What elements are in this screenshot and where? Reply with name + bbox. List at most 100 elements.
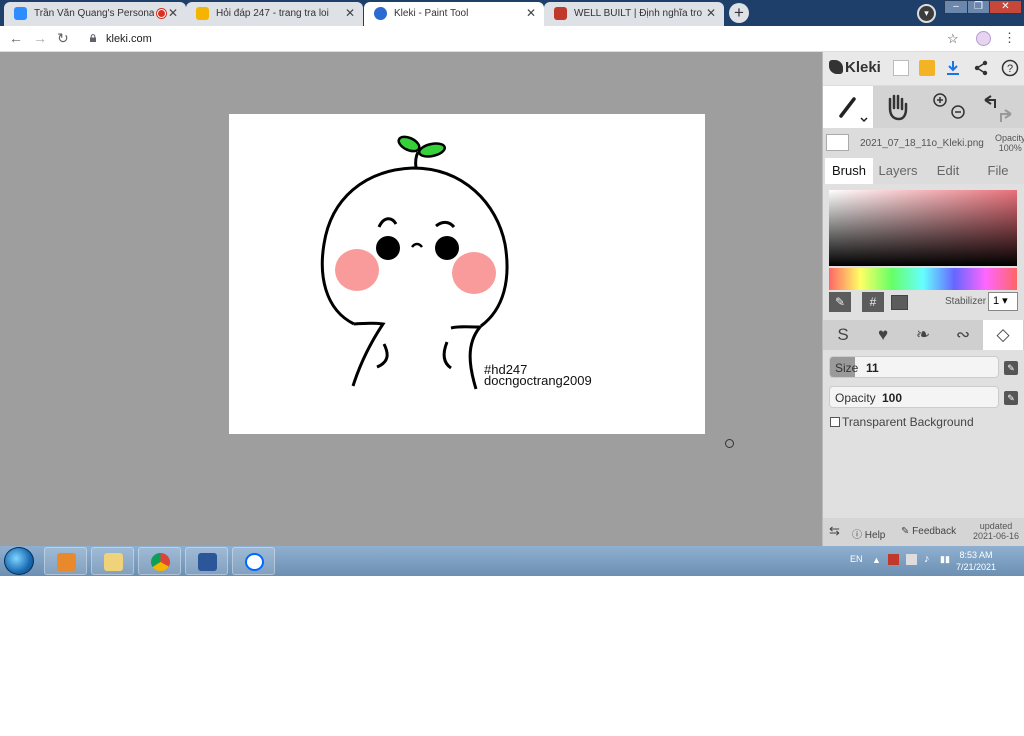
head-outline: [320, 166, 509, 328]
sprout-leaf-left: [397, 135, 421, 153]
taskbar-file-explorer[interactable]: [91, 547, 134, 575]
feedback-link[interactable]: ✎ Feedback: [901, 526, 956, 537]
tab-kleki[interactable]: Kleki - Paint Tool ✕: [364, 2, 544, 26]
color-saturation-picker[interactable]: [829, 190, 1017, 266]
help-link[interactable]: ⓘ Help: [852, 526, 885, 541]
tab-file[interactable]: File: [973, 158, 1023, 184]
signal-icon[interactable]: ▮▮: [940, 554, 950, 565]
sprout-stem: [414, 151, 420, 169]
kleki-workspace[interactable]: #hd247 docngoctrang2009: [0, 52, 822, 546]
hex-input-button[interactable]: #: [862, 292, 884, 312]
undo-redo-button[interactable]: [973, 86, 1023, 128]
size-edit-icon[interactable]: ✎: [1004, 361, 1018, 375]
network-icon[interactable]: [906, 554, 917, 565]
brush-opacity-label: Opacity: [835, 391, 876, 405]
maximize-button[interactable]: ❐: [967, 0, 990, 14]
blush-left: [335, 249, 379, 291]
pixel-brush-icon[interactable]: ∾: [943, 320, 983, 350]
close-icon[interactable]: ✕: [168, 6, 178, 20]
hand-tool-button[interactable]: [873, 86, 923, 128]
bookmark-star-icon[interactable]: ☆: [947, 31, 959, 47]
download-icon[interactable]: [945, 60, 961, 76]
antivirus-icon[interactable]: [888, 554, 899, 565]
body-left: [351, 321, 386, 387]
body-right: [450, 325, 484, 390]
opacity-edit-icon[interactable]: ✎: [1004, 391, 1018, 405]
new-file-icon[interactable]: [893, 60, 909, 76]
minimize-button[interactable]: –: [944, 0, 968, 14]
reload-icon[interactable]: ↻: [57, 30, 69, 47]
share-icon[interactable]: [973, 60, 989, 76]
current-color-swatch[interactable]: [891, 295, 908, 310]
close-icon[interactable]: ✕: [706, 6, 716, 20]
sketchy-brush-icon[interactable]: ❧: [903, 320, 943, 350]
brush-tool-button[interactable]: [823, 86, 873, 128]
help-icon[interactable]: ?: [1001, 59, 1019, 77]
system-tray: EN ▲ ♪ ▮▮ 8:53 AM 7/21/2021: [840, 546, 1024, 576]
zoom-icon: [14, 7, 27, 20]
taskbar-chrome[interactable]: [138, 547, 181, 575]
close-window-button[interactable]: ✕: [989, 0, 1022, 14]
layer-thumbnail[interactable]: [826, 134, 849, 151]
drawing-canvas[interactable]: #hd247 docngoctrang2009: [229, 114, 705, 434]
tab-title: Trần Văn Quang's Personal M: [34, 8, 154, 19]
language-indicator[interactable]: EN: [850, 554, 863, 564]
color-tools-row: ✎ # Stabilizer 1 ▾: [829, 292, 1019, 312]
swap-sides-icon[interactable]: ⇆: [829, 523, 840, 539]
tab-brush[interactable]: Brush: [825, 158, 873, 184]
tab-search-icon[interactable]: ▾: [917, 4, 936, 23]
word-icon: [198, 553, 217, 571]
tab-edit[interactable]: Edit: [923, 158, 973, 184]
new-tab-button[interactable]: +: [729, 3, 749, 23]
blend-brush-icon[interactable]: ♥: [863, 320, 903, 350]
pen-brush-icon[interactable]: S: [823, 320, 863, 350]
brush-opacity-value: 100: [882, 391, 903, 405]
updated-info: updated 2021-06-16: [973, 521, 1019, 541]
eyedropper-icon[interactable]: ✎: [829, 292, 851, 312]
back-icon[interactable]: ←: [9, 30, 23, 46]
close-icon[interactable]: ✕: [345, 6, 355, 20]
transparent-background-checkbox[interactable]: [830, 417, 840, 427]
tab-layers[interactable]: Layers: [873, 158, 923, 184]
hue-slider[interactable]: [829, 268, 1017, 290]
mouth: [411, 242, 423, 248]
address-bar[interactable]: kleki.com: [80, 29, 970, 49]
taskbar-zalo[interactable]: [232, 547, 275, 575]
browser-toolbar: ← → ↻ kleki.com ☆ ⋮: [0, 26, 1024, 52]
profile-avatar[interactable]: [976, 31, 991, 46]
kleki-side-panel: Kleki ? 2021_07_18_11o_Kleki.png Opacity…: [822, 52, 1024, 546]
opacity-value: 100%: [998, 143, 1022, 153]
start-button[interactable]: [4, 547, 34, 575]
menu-icon[interactable]: ⋮: [1003, 30, 1016, 46]
stabilizer-select[interactable]: 1 ▾: [988, 292, 1018, 311]
drawing-illustration: [320, 135, 509, 390]
tab-cambridge[interactable]: WELL BUILT | Định nghĩa trong Ti ✕: [544, 2, 724, 26]
close-icon[interactable]: ✕: [526, 6, 536, 20]
kleki-logo-icon: [829, 60, 843, 74]
chrome-icon: [151, 553, 170, 571]
cambridge-icon: [554, 7, 567, 20]
eraser-icon[interactable]: ◇: [983, 320, 1023, 350]
taskbar-media-player[interactable]: [44, 547, 87, 575]
zoom-tool-button[interactable]: [923, 86, 973, 128]
show-hidden-icons-icon[interactable]: ▲: [872, 555, 881, 565]
size-label: Size: [835, 361, 859, 375]
volume-icon[interactable]: ♪: [924, 553, 930, 565]
forward-icon[interactable]: →: [33, 30, 47, 46]
size-slider[interactable]: Size 11: [829, 356, 999, 378]
eyebrow-left: [377, 217, 398, 228]
tab-zoom[interactable]: Trần Văn Quang's Personal M ✕: [4, 2, 186, 26]
arm-left: [376, 343, 389, 369]
recording-icon: [157, 9, 166, 18]
arm-right: [442, 341, 452, 370]
taskbar-word[interactable]: [185, 547, 228, 575]
tab-hoidap247[interactable]: Hỏi đáp 247 - trang tra loi ✕: [186, 2, 363, 26]
clock-time: 8:53 AM: [959, 550, 993, 560]
clock-date: 7/21/2021: [956, 562, 997, 572]
opacity-slider[interactable]: Opacity 100: [829, 386, 999, 408]
open-folder-icon[interactable]: [919, 60, 935, 76]
size-value: 11: [866, 361, 879, 375]
url-text: kleki.com: [106, 33, 152, 45]
clock[interactable]: 8:53 AM 7/21/2021: [956, 549, 996, 573]
lock-icon: [90, 34, 96, 42]
